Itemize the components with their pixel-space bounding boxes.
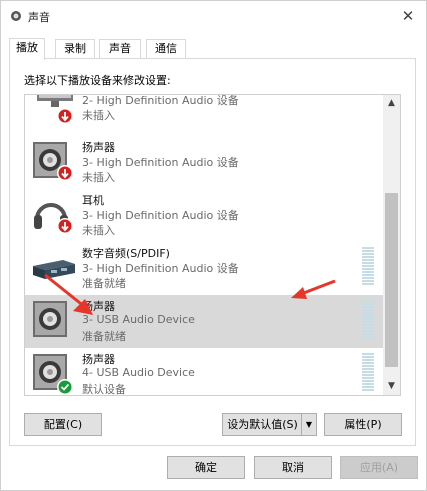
device-name: 扬声器 [82,300,115,313]
device-desc: 2- High Definition Audio 设备 [82,94,239,107]
apply-button[interactable]: 应用(A) [340,456,418,479]
close-icon[interactable]: ✕ [402,7,415,25]
title-bar: 声音 ✕ [1,1,426,31]
device-desc: 4- USB Audio Device [82,366,195,379]
device-status: 未插入 [82,109,115,122]
headphones-icon [34,203,73,234]
volume-meter [362,247,374,287]
chevron-down-icon[interactable]: ▼ [306,420,312,429]
device-name: 扬声器 [82,141,115,154]
list-scrollbar[interactable]: ▲ ▼ [383,95,400,395]
playback-panel: 选择以下播放设备来修改设置: 2- High Definition Audio … [9,58,416,446]
device-status: 默认设备 [82,383,126,396]
sound-dialog: 声音 ✕ 播放 录制 声音 通信 选择以下播放设备来修改设置: 2- High … [0,0,427,491]
speaker-icon [33,142,73,181]
speaker-app-icon [11,11,21,21]
speaker-icon [33,354,73,395]
configure-button[interactable]: 配置(C) [24,413,102,436]
list-item[interactable]: 2- High Definition Audio 设备 未插入 [25,94,383,134]
set-default-dropdown[interactable]: ▼ [301,413,317,436]
scroll-up-button[interactable]: ▲ [383,95,400,112]
device-status: 未插入 [82,224,115,237]
device-name: 扬声器 [82,353,115,366]
device-status: 未插入 [82,171,115,184]
spdif-icon [33,260,75,279]
ok-button[interactable]: 确定 [167,456,245,479]
device-status: 准备就绪 [82,277,126,290]
instruction-text: 选择以下播放设备来修改设置: [24,74,171,87]
scroll-down-button[interactable]: ▼ [383,378,400,395]
volume-meter [362,353,374,393]
tab-communications[interactable]: 通信 [146,39,186,59]
properties-button[interactable]: 属性(P) [324,413,402,436]
monitor-icon [37,95,73,124]
device-desc: 3- High Definition Audio 设备 [82,209,239,222]
set-default-button[interactable]: 设为默认值(S) [222,413,302,436]
list-item[interactable]: 扬声器 4- USB Audio Device 默认设备 [25,348,383,396]
cancel-button[interactable]: 取消 [254,456,332,479]
device-list[interactable]: 2- High Definition Audio 设备 未插入 扬声器 3- H… [24,94,401,396]
tab-recording[interactable]: 录制 [55,39,95,59]
list-item[interactable]: 扬声器 3- High Definition Audio 设备 未插入 [25,136,383,189]
device-desc: 3- High Definition Audio 设备 [82,262,239,275]
speaker-icon [33,301,67,337]
device-name: 耳机 [82,194,104,207]
device-desc: 3- USB Audio Device [82,313,195,326]
scroll-thumb[interactable] [385,193,398,367]
volume-meter [362,300,374,340]
list-item[interactable]: 数字音频(S/PDIF) 3- High Definition Audio 设备… [25,242,383,295]
tab-playback[interactable]: 播放 [9,38,45,60]
device-status: 准备就绪 [82,330,126,343]
close-button[interactable]: ✕ [390,1,426,31]
tab-sounds[interactable]: 声音 [99,39,141,59]
list-item-selected[interactable]: 扬声器 3- USB Audio Device 准备就绪 [25,295,383,348]
device-desc: 3- High Definition Audio 设备 [82,156,239,169]
window-title: 声音 [28,11,50,24]
list-item[interactable]: 耳机 3- High Definition Audio 设备 未插入 [25,189,383,242]
device-name: 数字音频(S/PDIF) [82,247,170,260]
